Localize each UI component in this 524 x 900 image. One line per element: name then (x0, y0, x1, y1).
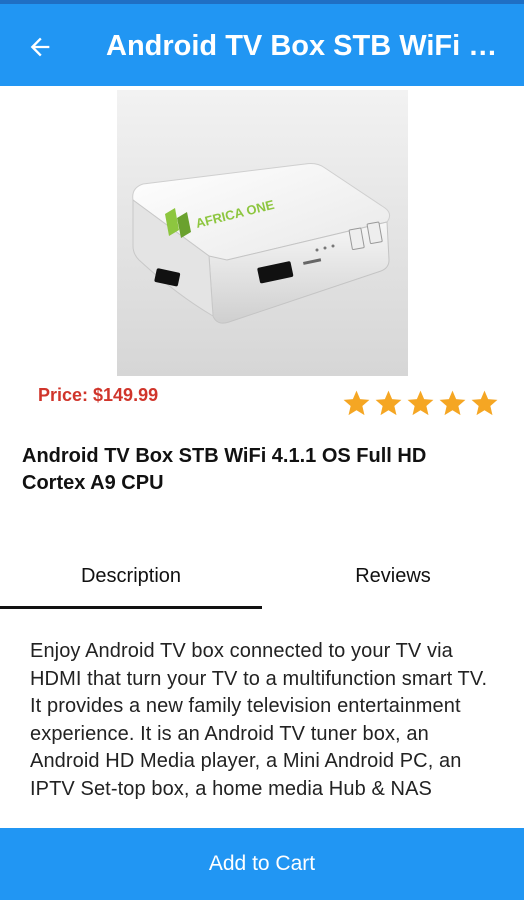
tab-reviews[interactable]: Reviews (262, 545, 524, 607)
star-rating (341, 388, 500, 419)
page-title: Android TV Box STB WiFi 4.1.1 OS Full HD… (106, 30, 502, 62)
add-to-cart-button[interactable]: Add to Cart (0, 828, 524, 900)
star-icon (407, 390, 434, 416)
star-icon (343, 390, 370, 416)
arrow-left-icon (30, 37, 50, 57)
product-title: Android TV Box STB WiFi 4.1.1 OS Full HD… (22, 445, 427, 494)
star-icon (375, 390, 402, 416)
back-button[interactable] (18, 25, 62, 69)
product-description: Enjoy Android TV box connected to your T… (30, 640, 488, 800)
tab-description[interactable]: Description (0, 545, 262, 607)
tab-indicator (0, 606, 262, 609)
product-price: Price: $149.99 (38, 385, 159, 405)
product-image: AFRICA ONE (117, 90, 408, 376)
tab-bar: Description Reviews (0, 545, 524, 610)
star-icon (439, 390, 466, 416)
app-bar: Android TV Box STB WiFi 4.1.1 OS Full HD… (0, 4, 524, 86)
star-icon (471, 390, 498, 416)
